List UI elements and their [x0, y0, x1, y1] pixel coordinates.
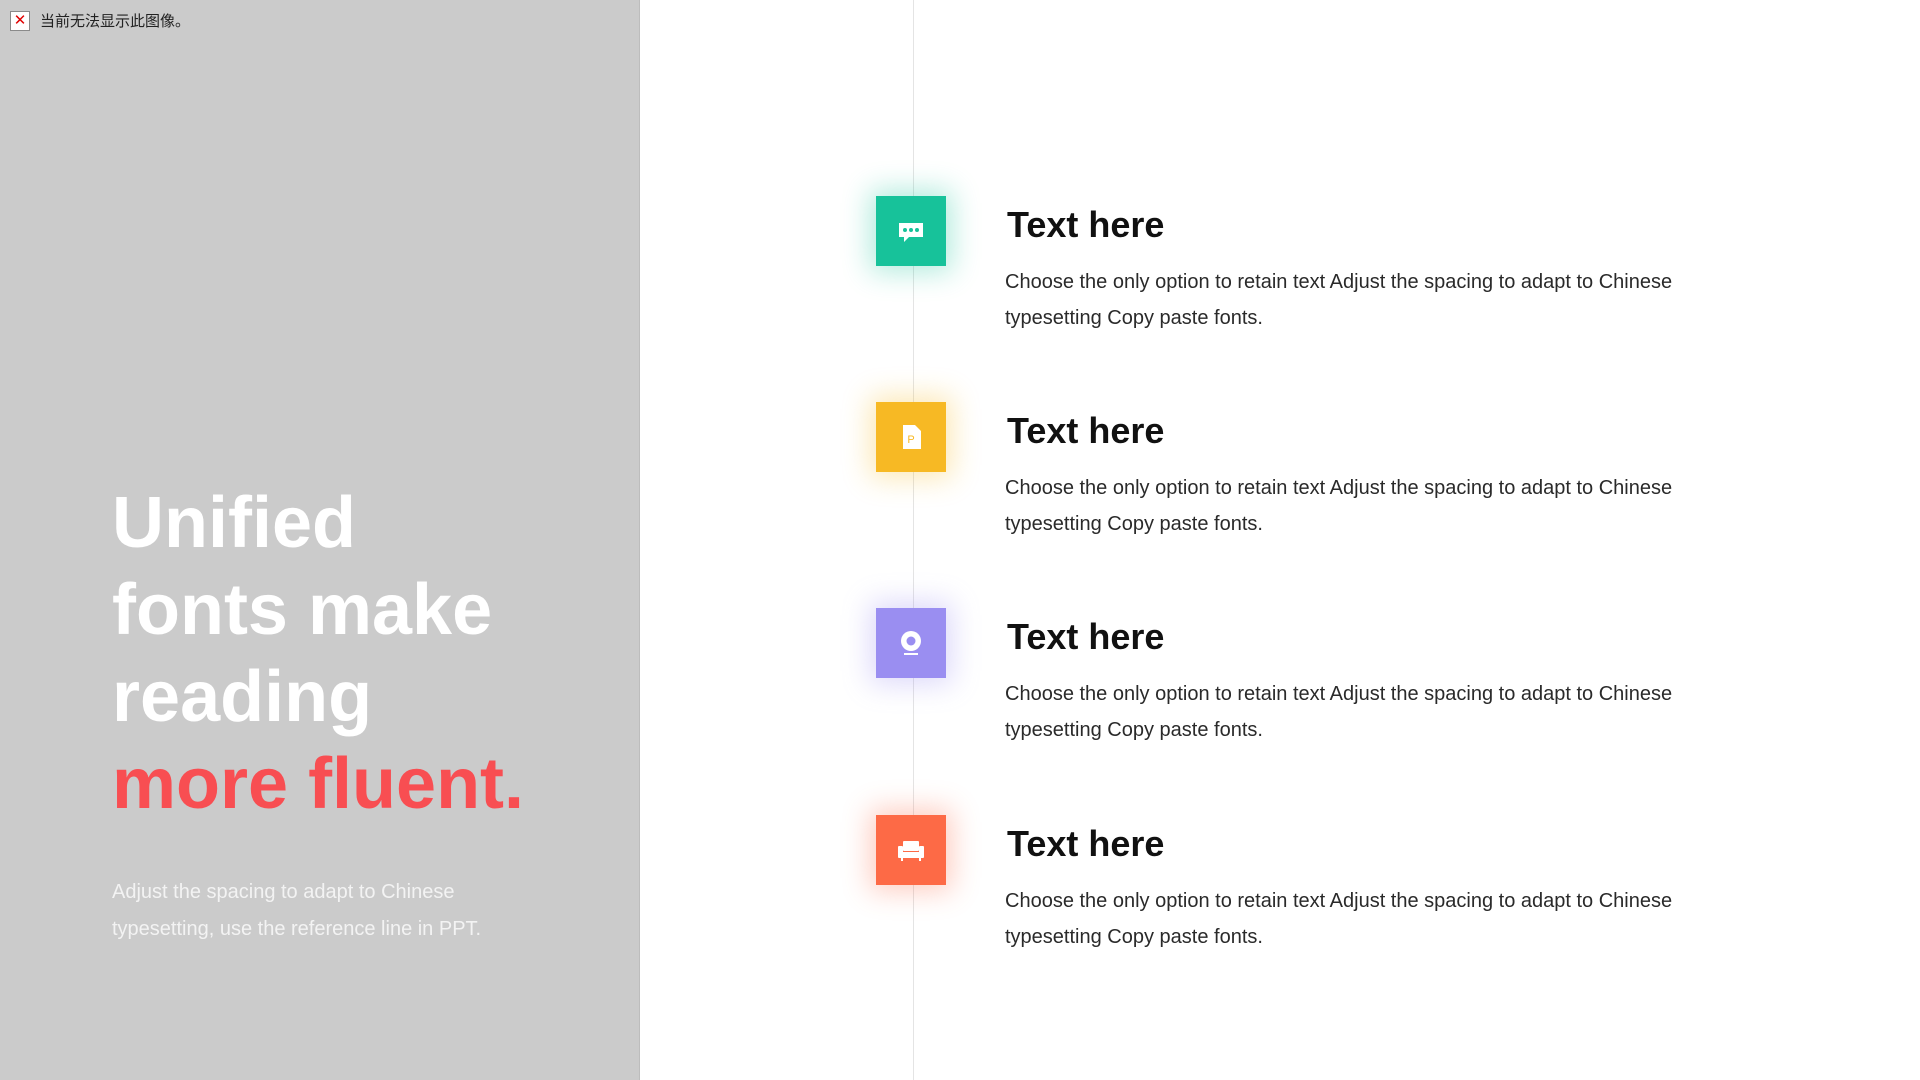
svg-text:P: P	[907, 434, 914, 446]
sofa-icon	[876, 815, 946, 885]
slide: ✕ 当前无法显示此图像。 Unified fonts make reading …	[0, 0, 1920, 1080]
chat-bubble-icon	[876, 196, 946, 266]
left-subtitle: Adjust the spacing to adapt to Chinese t…	[112, 881, 482, 940]
headline-line-3: reading	[112, 657, 373, 737]
headline-accent: more fluent.	[112, 744, 525, 824]
item-title: Text here	[1007, 204, 1165, 245]
item-title: Text here	[1007, 410, 1165, 451]
broken-image-notice: ✕ 当前无法显示此图像。	[10, 10, 190, 31]
headline-line-2: fonts make	[112, 570, 493, 650]
timeline-item: P Text here Choose the only option to re…	[876, 402, 1776, 582]
timeline-item: Text here Choose the only option to reta…	[876, 608, 1776, 788]
timeline-item: Text here Choose the only option to reta…	[876, 196, 1776, 376]
left-image-panel: ✕ 当前无法显示此图像。 Unified fonts make reading …	[0, 0, 640, 1080]
item-body: Choose the only option to retain text Ad…	[1005, 477, 1673, 535]
broken-image-text: 当前无法显示此图像。	[40, 12, 191, 30]
item-body: Choose the only option to retain text Ad…	[1005, 271, 1673, 329]
item-body: Choose the only option to retain text Ad…	[1005, 683, 1673, 741]
item-title: Text here	[1007, 616, 1165, 657]
timeline-item: Text here Choose the only option to reta…	[876, 815, 1776, 995]
webcam-icon	[876, 608, 946, 678]
headline: Unified fonts make reading more fluent.	[112, 480, 612, 828]
broken-image-icon: ✕	[10, 10, 30, 31]
headline-line-1: Unified	[112, 483, 356, 563]
ppt-file-icon: P	[876, 402, 946, 472]
item-body: Choose the only option to retain text Ad…	[1005, 890, 1673, 948]
item-title: Text here	[1007, 823, 1165, 864]
